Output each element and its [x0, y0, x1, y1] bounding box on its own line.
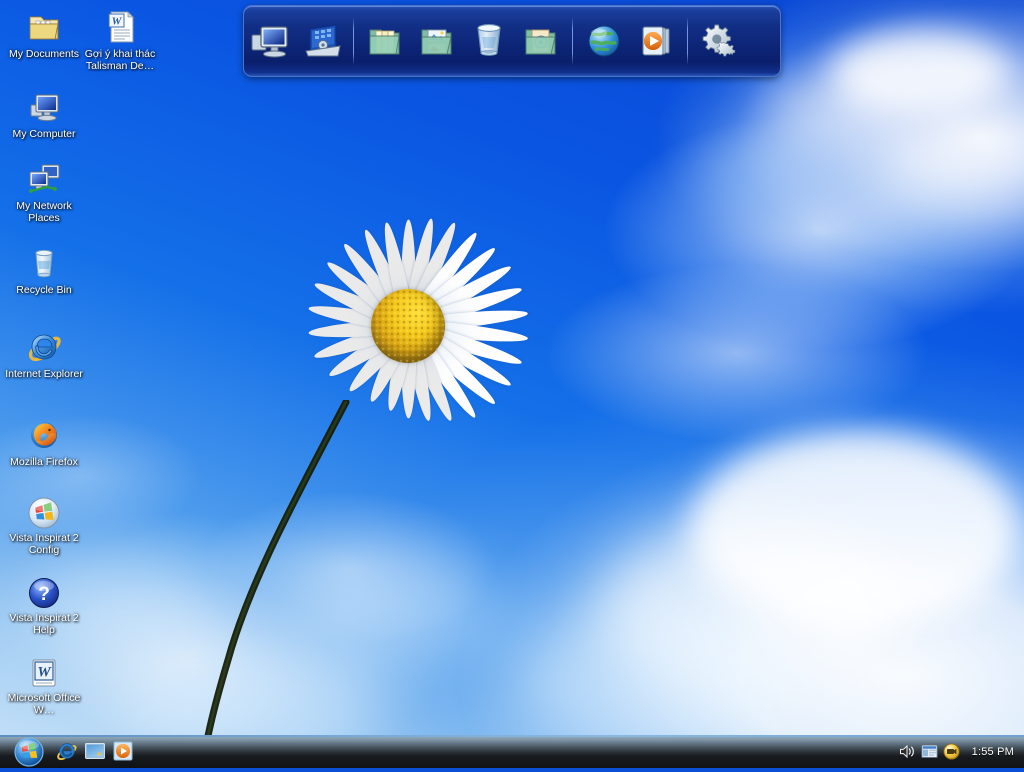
- desktop-icon-vista-inspirat-help[interactable]: ? Vista Inspirat 2 Help: [4, 568, 84, 636]
- top-dock[interactable]: [243, 5, 781, 77]
- desktop-icon-label: Internet Explorer: [5, 368, 83, 380]
- dock-group-settings: [693, 6, 745, 76]
- cloud-puff: [520, 600, 800, 750]
- folder-documents-icon: [4, 4, 84, 46]
- ql-internet-explorer[interactable]: [56, 740, 78, 762]
- dock-group-folders: [359, 6, 567, 76]
- desktop-icon-my-computer[interactable]: My Computer: [4, 84, 84, 141]
- start-button[interactable]: [9, 737, 49, 767]
- desktop-icon-label: My Documents: [8, 48, 80, 60]
- dock-separator: [572, 17, 573, 65]
- dock-separator: [353, 17, 354, 65]
- svg-text:?: ?: [38, 584, 50, 605]
- desktop-wallpaper[interactable]: [0, 0, 1024, 768]
- svg-text:W: W: [37, 665, 52, 681]
- windows-orb-icon: [4, 488, 84, 530]
- computer-icon: [4, 84, 84, 126]
- dock-control-panel[interactable]: [296, 12, 348, 70]
- quick-launch-bar: [56, 740, 134, 762]
- dock-group-system: [244, 6, 348, 76]
- firefox-icon: [4, 412, 84, 454]
- desktop-icon-internet-explorer[interactable]: Internet Explorer: [4, 324, 84, 381]
- help-question-icon: ?: [4, 568, 84, 610]
- desktop-icon-label: My Network Places: [16, 200, 72, 224]
- desktop-icon-label: Mozilla Firefox: [10, 456, 78, 468]
- dock-media-player[interactable]: [630, 12, 682, 70]
- desktop-icon-label: Recycle Bin: [16, 284, 72, 296]
- dock-pictures[interactable]: [411, 12, 463, 70]
- taskbar[interactable]: 1:55 PM: [0, 735, 1024, 768]
- desktop-icon-my-documents[interactable]: My Documents: [4, 4, 84, 61]
- dock-documents[interactable]: [359, 12, 411, 70]
- desktop-icon-vista-inspirat-config[interactable]: Vista Inspirat 2 Config: [4, 488, 84, 556]
- desktop-icon-label: My Computer: [12, 128, 76, 140]
- word-app-icon: W: [4, 648, 84, 690]
- desktop-icon-microsoft-office-word[interactable]: W Microsoft Office W…: [4, 648, 84, 716]
- internet-explorer-icon: [4, 324, 84, 366]
- dock-recycle-bin[interactable]: [463, 12, 515, 70]
- desktop-icon-talisman-doc[interactable]: W Gợi ý khai thác Talisman De…: [80, 4, 160, 72]
- ql-show-desktop[interactable]: [84, 740, 106, 762]
- dock-my-computer[interactable]: [244, 12, 296, 70]
- desktop-icon-recycle-bin[interactable]: Recycle Bin: [4, 240, 84, 297]
- dock-settings[interactable]: [693, 12, 745, 70]
- desktop-icon-label: Microsoft Office W…: [7, 692, 81, 716]
- desktop-icon-label: Vista Inspirat 2 Help: [9, 612, 79, 636]
- desktop-icon-mozilla-firefox[interactable]: Mozilla Firefox: [4, 412, 84, 469]
- cloud-puff: [700, 130, 830, 192]
- desktop-icon-label: Gợi ý khai thác Talisman De…: [84, 48, 156, 72]
- network-places-icon: [4, 156, 84, 198]
- flower-center: [371, 289, 445, 363]
- cloud-puff: [300, 560, 500, 660]
- dock-internet[interactable]: [578, 12, 630, 70]
- daisy-flower: [258, 176, 558, 476]
- dock-group-media: [578, 6, 682, 76]
- dock-separator: [687, 17, 688, 65]
- word-document-icon: W: [80, 4, 160, 46]
- ql-media-player[interactable]: [112, 740, 134, 762]
- recycle-bin-icon: [4, 240, 84, 282]
- yellow-badge-icon[interactable]: [943, 743, 960, 760]
- taskbar-clock[interactable]: 1:55 PM: [972, 746, 1014, 758]
- svg-text:W: W: [112, 16, 123, 28]
- speaker-icon[interactable]: [899, 743, 916, 760]
- desktop-icon-label: Vista Inspirat 2 Config: [9, 532, 79, 556]
- system-tray: 1:55 PM: [899, 735, 1018, 768]
- desktop-icon-my-network-places[interactable]: My Network Places: [4, 156, 84, 224]
- network-monitor-icon[interactable]: [920, 743, 938, 760]
- dock-music[interactable]: [515, 12, 567, 70]
